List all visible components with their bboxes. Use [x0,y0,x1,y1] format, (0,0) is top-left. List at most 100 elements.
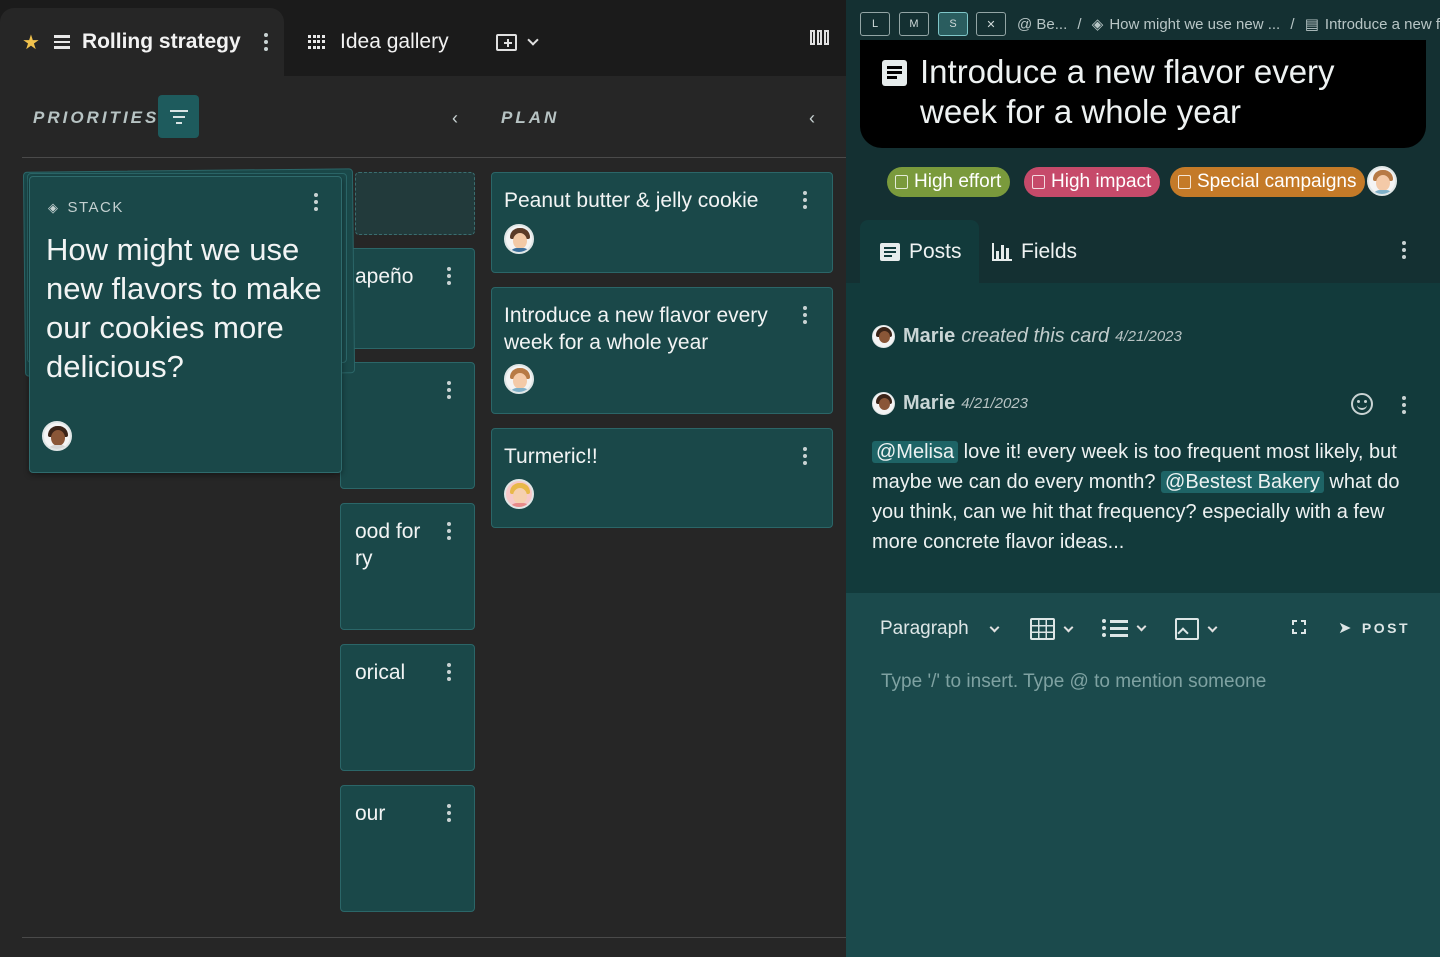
card-title: Introduce a new flavor every week for a … [504,304,768,354]
tab-label: Idea gallery [340,30,449,53]
avatar [504,364,534,394]
card[interactable]: Introduce a new flavor every week for a … [491,287,833,414]
post-editor: Paragraph ➤ POST Type '/' to insert. Typ… [846,593,1440,957]
post-input[interactable]: Type '/' to insert. Type @ to mention so… [881,671,1266,693]
card-detail-panel: L M S ✕ @ Be... / ◈ How might we use new … [846,0,1440,957]
insert-list-button[interactable] [1102,618,1147,638]
post-button[interactable]: ➤ POST [1338,618,1410,638]
collapse-left-icon[interactable]: ‹ [452,108,458,129]
chevron-down-icon [1207,622,1218,632]
column-title-priorities: PRIORITIES [33,108,160,127]
star-icon[interactable]: ★ [22,30,40,55]
add-reaction-icon[interactable] [1351,393,1373,415]
filter-button[interactable] [158,95,199,138]
insert-image-button[interactable] [1175,618,1218,640]
card-title: Turmeric!! [504,445,598,468]
size-large-button[interactable]: L [860,12,890,36]
tab-posts[interactable]: Posts [860,220,979,283]
tab-idea-gallery[interactable]: Idea gallery [308,8,449,76]
insert-table-button[interactable] [1030,618,1074,640]
tag-high-effort[interactable]: High effort [887,167,1011,197]
card-menu-icon[interactable] [800,447,810,465]
card-menu-icon[interactable] [444,381,454,399]
breadcrumb-board[interactable]: @ Be... [1017,16,1067,33]
card-menu-icon[interactable] [800,306,810,324]
card-menu-icon[interactable] [444,804,454,822]
layers-icon: ◈ [1091,16,1104,33]
collapse-left-icon[interactable]: ‹ [809,108,815,129]
card-menu-icon[interactable] [444,522,454,540]
divider [22,157,846,158]
block-type-select[interactable]: Paragraph [880,618,1000,640]
bullet-list-icon [1102,618,1128,638]
tab-menu-icon[interactable] [261,33,271,51]
tab-fields[interactable]: Fields [992,220,1077,283]
card[interactable]: our [340,785,475,912]
activity-date: 4/21/2023 [1115,328,1182,345]
card[interactable]: Turmeric!! [491,428,833,528]
post-header: Marie 4/21/2023 [872,392,1028,415]
bar-chart-icon [992,242,1012,261]
image-add-icon [1175,618,1199,640]
mention-link[interactable]: @Bestest Bakery [1161,471,1324,493]
avatar [504,479,534,509]
card-menu-icon[interactable] [800,191,810,209]
avatar [42,421,72,451]
tag-special-campaigns[interactable]: Special campaigns [1170,167,1366,197]
tag-high-impact[interactable]: High impact [1024,167,1161,197]
author-name[interactable]: Marie [903,392,955,415]
add-view-button[interactable] [496,8,539,76]
card-title: apeño [355,265,414,288]
size-small-button[interactable]: S [938,12,968,36]
layers-icon: ◈ [48,199,60,215]
list-view-icon [53,35,70,49]
card[interactable]: ood for ry [340,503,475,630]
document-icon [882,60,907,86]
tag-icon [1032,175,1045,189]
avatar [872,392,895,415]
activity-entry: Marie created this card 4/21/2023 [872,325,1182,348]
comment-icon [880,242,900,261]
send-icon: ➤ [1338,620,1354,637]
card[interactable]: apeño [340,248,475,349]
divider [22,937,846,938]
post-menu-icon[interactable] [1399,396,1409,414]
grid-view-icon [308,34,325,50]
breadcrumb: @ Be... / ◈ How might we use new ... / ▤ I… [1017,15,1440,33]
tag-icon [1178,175,1191,189]
size-medium-button[interactable]: M [899,12,929,36]
close-button[interactable]: ✕ [976,12,1006,36]
card[interactable]: orical [340,644,475,771]
post-body: @Melisa love it! every week is too frequ… [872,441,1400,553]
column-title-plan: PLAN [501,108,560,127]
card-title: our [355,802,386,825]
board: ★ Rolling strategy Idea gallery PRIORITI… [0,0,846,957]
card-menu-icon[interactable] [444,663,454,681]
columns-icon[interactable] [810,30,829,45]
mention-link[interactable]: @Melisa [872,441,959,463]
tab-label: Rolling strategy [81,30,241,53]
breadcrumb-card[interactable]: Introduce a new fl... [1325,16,1440,33]
expand-icon[interactable] [1292,620,1306,634]
card-title: Peanut butter & jelly cookie [504,189,759,212]
assignee-avatar[interactable] [1367,166,1397,196]
document-icon: ▤ [1304,16,1319,33]
avatar [504,224,534,254]
panel-menu-icon[interactable] [1399,241,1409,259]
card[interactable]: Peanut butter & jelly cookie [491,172,833,273]
activity-text: created this card [961,325,1110,347]
card[interactable] [340,362,475,489]
breadcrumb-stack[interactable]: How might we use new ... [1109,16,1280,33]
stack-label: ◈ STACK [48,199,124,216]
tab-rolling-strategy[interactable]: ★ Rolling strategy [0,8,284,76]
card-title: orical [355,661,406,684]
author-name[interactable]: Marie [903,325,955,348]
view-tab-bar: ★ Rolling strategy Idea gallery [0,0,846,76]
chevron-down-icon [989,622,1000,632]
card-menu-icon[interactable] [311,193,321,211]
card-menu-icon[interactable] [444,267,454,285]
stack-card[interactable]: ◈ STACK How might we use new flavors to … [29,176,342,473]
chevron-down-icon [1136,621,1147,631]
card-title[interactable]: Introduce a new flavor every week for a … [920,52,1410,132]
add-view-icon [496,33,517,51]
